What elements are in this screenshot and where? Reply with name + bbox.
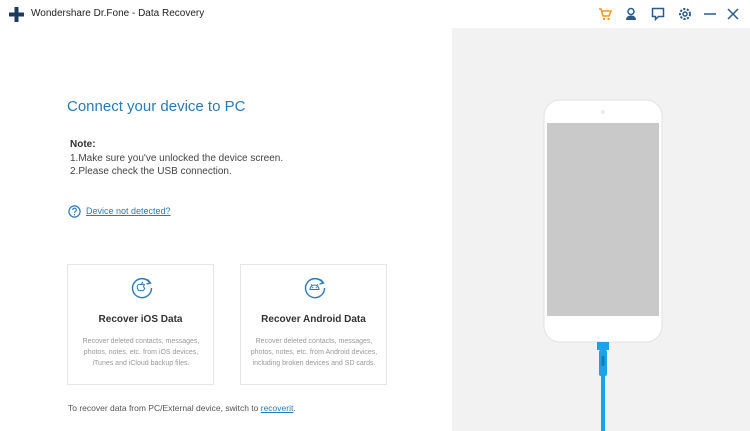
settings-icon[interactable] (677, 6, 693, 22)
window-title: Wondershare Dr.Fone - Data Recovery (31, 8, 205, 19)
ios-recovery-icon (131, 277, 153, 299)
recoverit-link[interactable]: recoverit (261, 403, 294, 413)
footer-period: . (293, 403, 296, 413)
recover-android-card[interactable]: Recover Android Data Recover deleted con… (240, 264, 387, 385)
cart-icon[interactable] (597, 6, 613, 22)
minimize-icon[interactable] (702, 6, 718, 22)
note-title: Note: (70, 139, 96, 150)
question-icon[interactable] (68, 205, 81, 218)
footer-text: To recover data from PC/External device,… (68, 403, 296, 413)
footer-label: To recover data from PC/External device,… (68, 403, 261, 413)
device-illustration-panel (452, 28, 750, 431)
card-description: Recover deleted contacts, messages, phot… (82, 338, 200, 367)
card-description: Recover deleted contacts, messages, phot… (250, 338, 378, 367)
close-icon[interactable] (725, 6, 741, 22)
page-title: Connect your device to PC (67, 98, 246, 115)
usb-cable-icon (597, 342, 609, 431)
phone-illustration (543, 99, 663, 431)
note-line: 2.Please check the USB connection. (70, 166, 232, 177)
feedback-icon[interactable] (650, 6, 666, 22)
card-title: Recover iOS Data (98, 314, 183, 325)
android-recovery-icon (304, 277, 326, 299)
device-not-detected-link[interactable]: Device not detected? (86, 206, 171, 216)
recover-ios-card[interactable]: Recover iOS Data Recover deleted contact… (67, 264, 214, 385)
title-bar: Wondershare Dr.Fone - Data Recovery (0, 0, 750, 28)
note-line: 1.Make sure you've unlocked the device s… (70, 153, 284, 164)
app-logo-icon (9, 7, 24, 22)
phone-icon (543, 99, 663, 343)
user-icon[interactable] (623, 6, 639, 22)
card-title: Recover Android Data (261, 314, 366, 325)
